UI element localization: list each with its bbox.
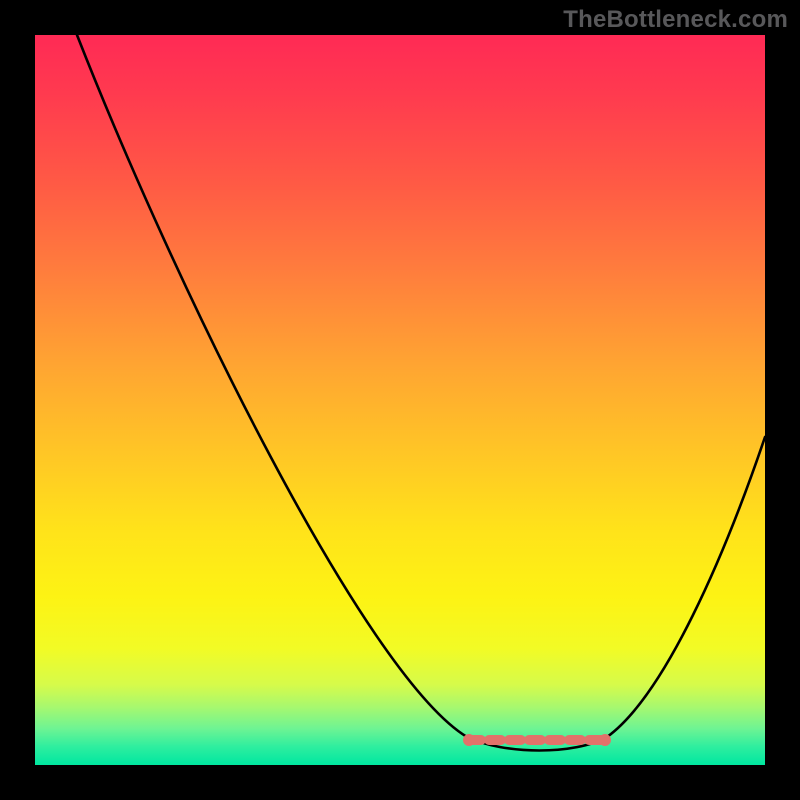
watermark-text: TheBottleneck.com: [563, 6, 788, 34]
plot-area: [35, 35, 765, 765]
bottleneck-curve: [77, 35, 765, 751]
optimal-range-start-dot: [463, 734, 475, 746]
curve-layer: [35, 35, 765, 765]
chart-container: TheBottleneck.com: [0, 0, 800, 800]
optimal-range-end-dot: [599, 734, 611, 746]
